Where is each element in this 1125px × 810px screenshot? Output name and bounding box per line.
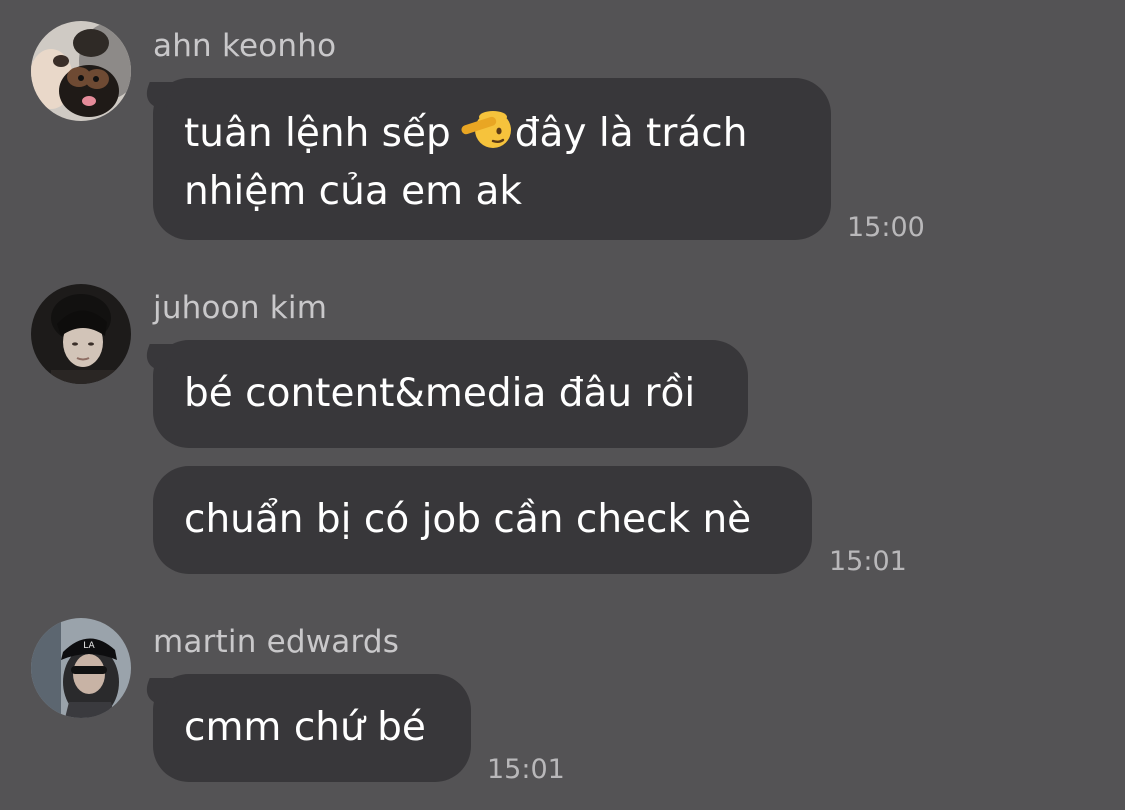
message-text: nhiệm của em ak	[184, 169, 522, 214]
message-text: bé content&media đâu rồi	[184, 371, 696, 416]
timestamp: 15:00	[847, 212, 925, 243]
message-line: tuân lệnh sếp đây là trách	[184, 106, 800, 166]
avatar-juhoon-kim[interactable]	[31, 284, 131, 384]
message-text: chuẩn bị có job cần check nè	[184, 497, 752, 542]
message-text: cmm chứ bé	[184, 705, 426, 750]
avatar-martin-edwards[interactable]: LA	[31, 618, 131, 718]
message-text: tuân lệnh sếp	[184, 111, 451, 156]
message-bubble[interactable]: tuân lệnh sếp đây là trách nhiệm của em …	[153, 78, 831, 240]
message-bubble[interactable]: bé content&media đâu rồi	[153, 340, 748, 448]
sender-name: ahn keonho	[153, 28, 337, 64]
message-bubble[interactable]: chuẩn bị có job cần check nè	[153, 466, 812, 574]
message-text: đây là trách	[514, 111, 748, 156]
sender-name: martin edwards	[153, 624, 400, 660]
svg-text:LA: LA	[83, 641, 95, 651]
timestamp: 15:01	[829, 546, 907, 577]
sender-name: juhoon kim	[153, 290, 328, 326]
saluting-face-icon	[459, 106, 511, 166]
timestamp: 15:01	[487, 754, 565, 785]
message-bubble[interactable]: cmm chứ bé	[153, 674, 471, 782]
avatar-ahn-keonho[interactable]	[31, 21, 131, 121]
